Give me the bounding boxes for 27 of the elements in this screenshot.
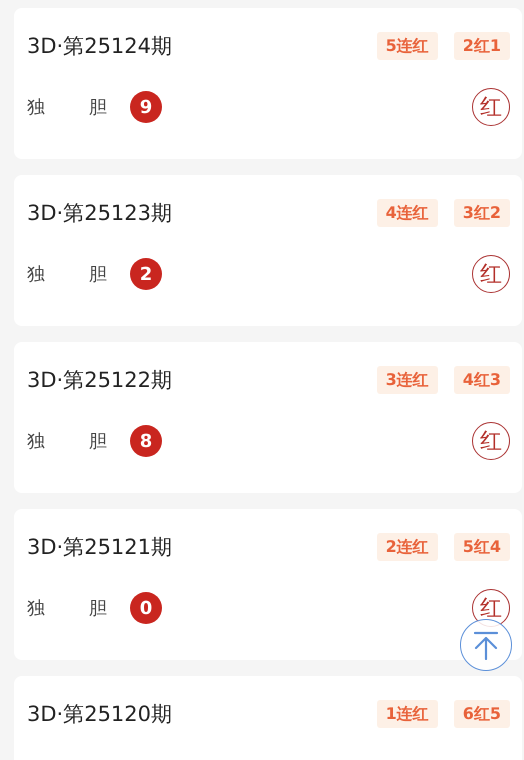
issue-title: 3D·第25122期 — [27, 367, 172, 394]
result-stamp: 红 — [472, 88, 510, 126]
number-ball: 9 — [130, 91, 162, 123]
pick-label: 独 胆 — [27, 96, 107, 120]
result-stamp: 红 — [472, 422, 510, 460]
streak-tag: 3连红 — [376, 366, 438, 394]
number-ball: 8 — [130, 425, 162, 457]
streak-tag: 4红3 — [454, 366, 510, 394]
streak-tag: 3红2 — [454, 199, 510, 227]
issue-title: 3D·第25120期 — [27, 701, 172, 728]
back-to-top-icon — [473, 630, 499, 660]
streak-tag: 5连红 — [376, 32, 438, 60]
streak-tag: 1连红 — [376, 700, 438, 728]
number-ball: 0 — [130, 592, 162, 624]
pick-label: 独 胆 — [27, 596, 107, 620]
streak-tag: 4连红 — [376, 199, 438, 227]
streak-tag: 6红5 — [454, 700, 510, 728]
issue-title: 3D·第25121期 — [27, 534, 172, 561]
streak-tag: 2红1 — [454, 32, 510, 60]
streak-tag: 5红4 — [454, 533, 510, 561]
streak-tag: 2连红 — [376, 533, 438, 561]
issue-title: 3D·第25124期 — [27, 33, 172, 60]
pick-label: 独 胆 — [27, 430, 107, 454]
number-ball: 2 — [130, 258, 162, 290]
pick-label: 独 胆 — [27, 262, 107, 286]
result-stamp: 红 — [472, 255, 510, 293]
issue-title: 3D·第25123期 — [27, 200, 172, 227]
